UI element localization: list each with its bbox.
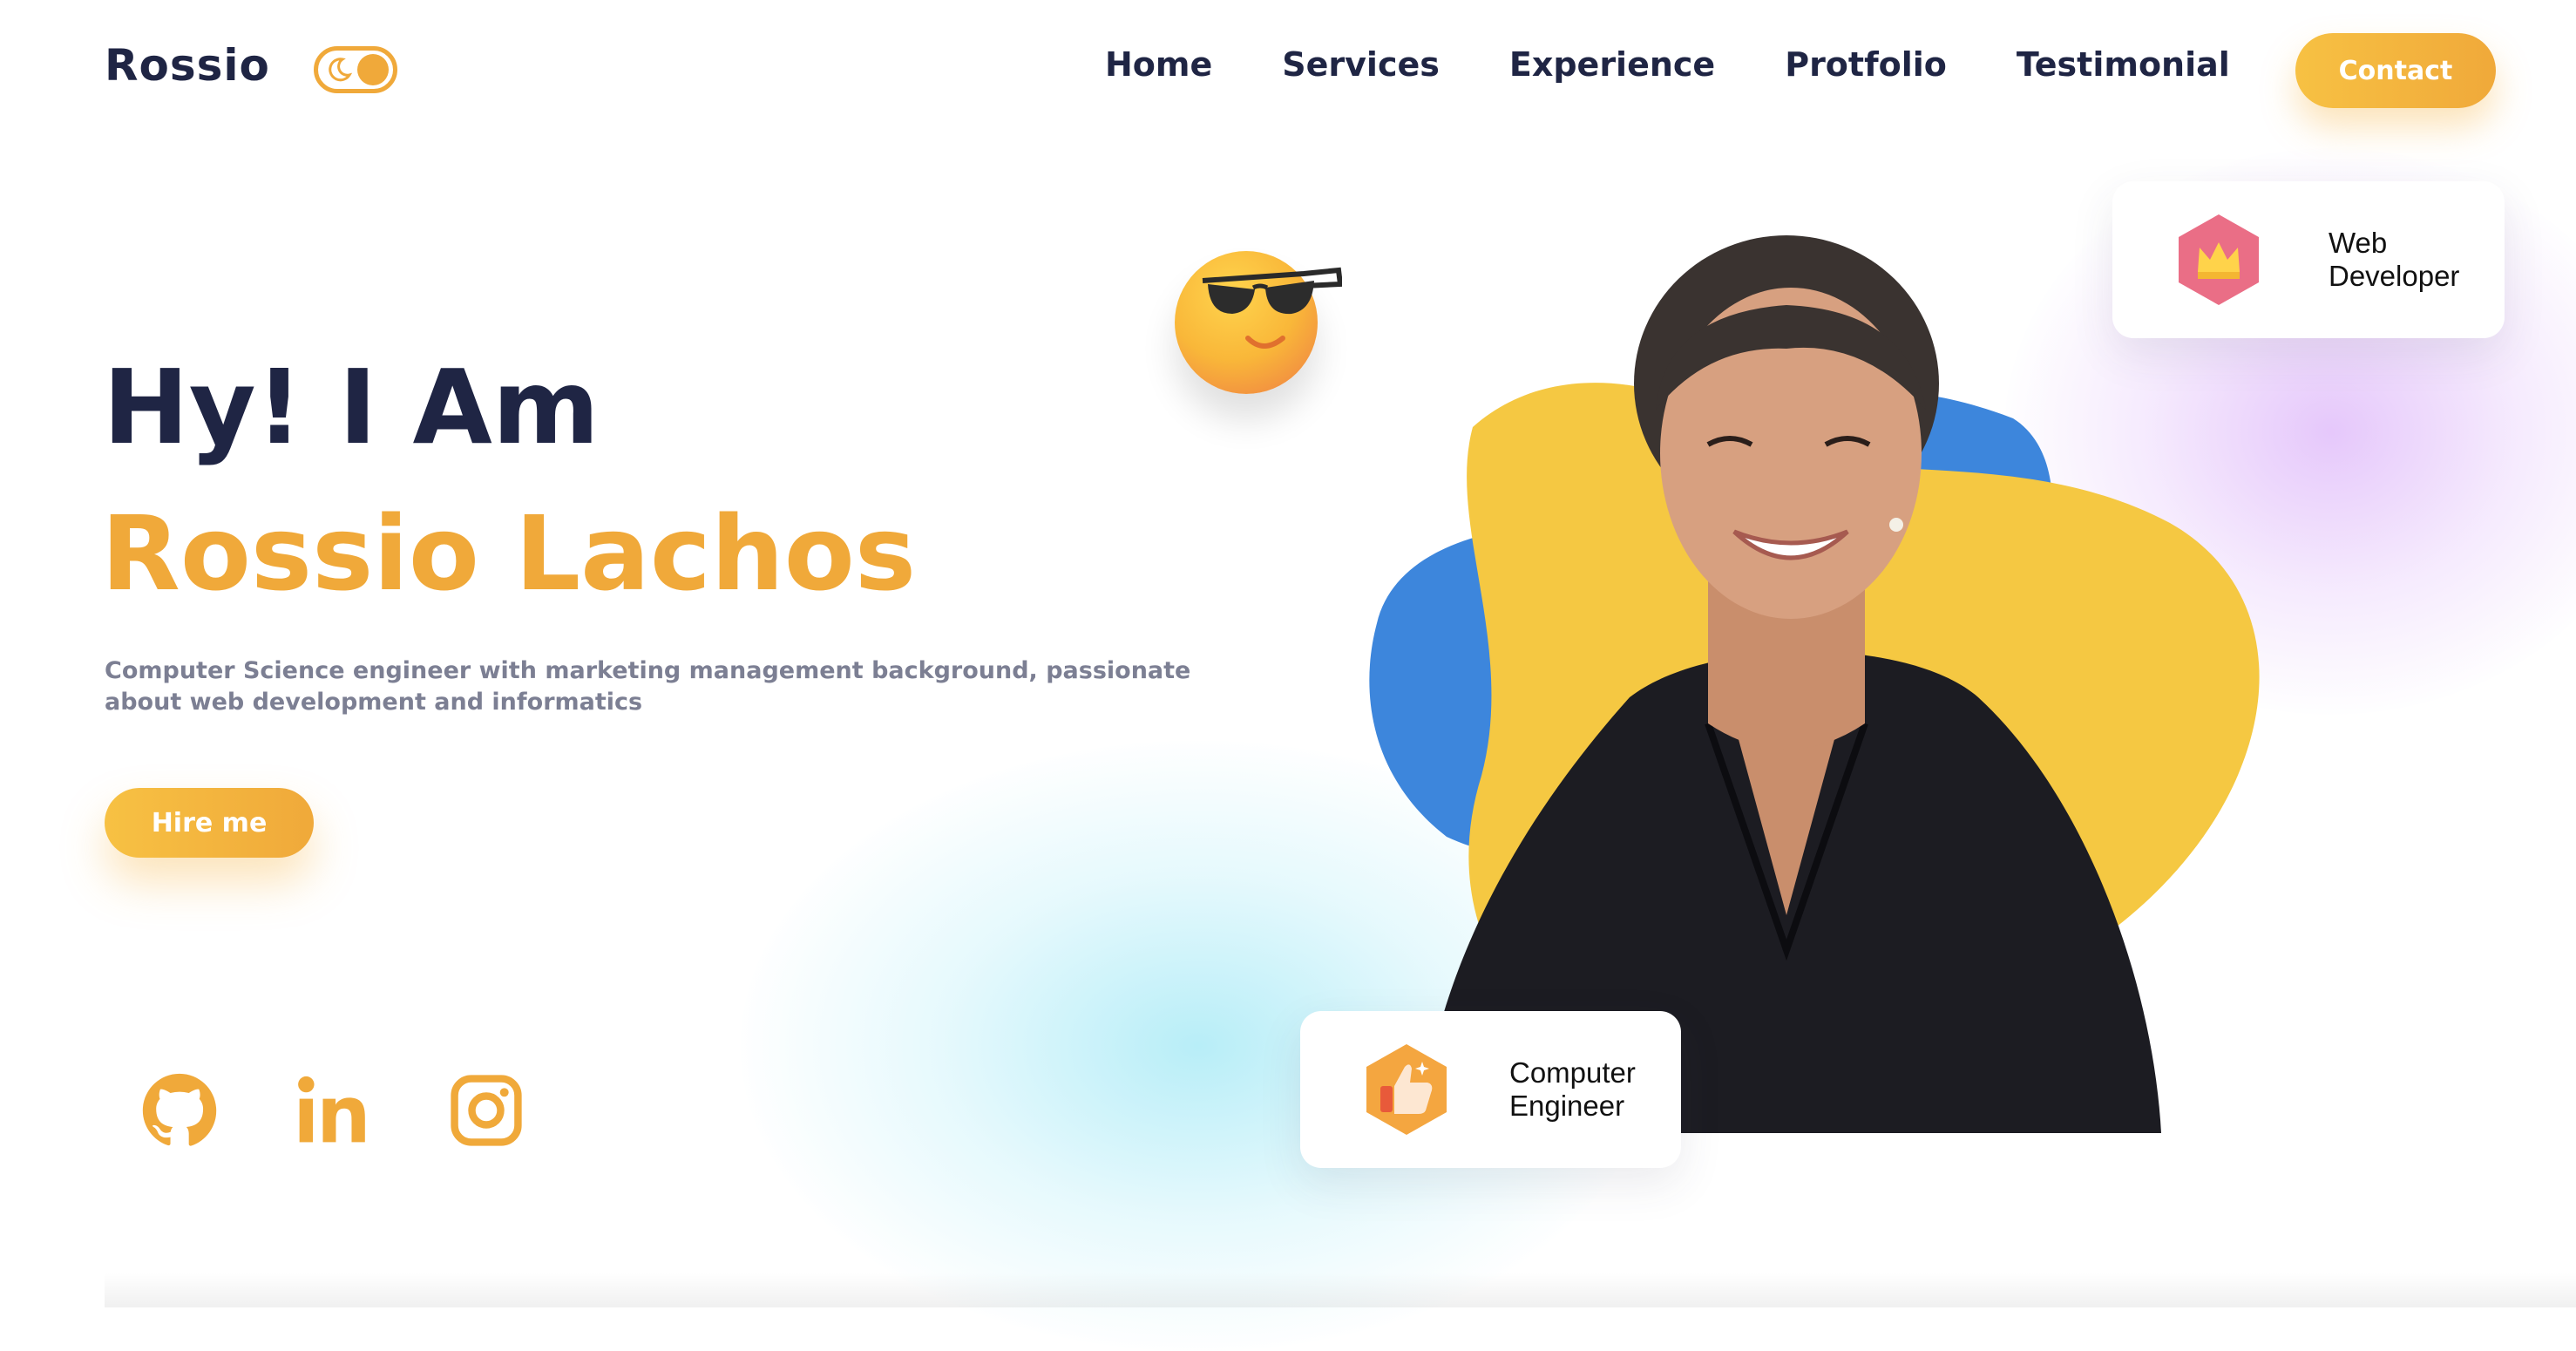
hire-me-button[interactable]: Hire me (105, 788, 314, 858)
hero-description: Computer Science engineer with marketing… (105, 657, 1191, 716)
nav-experience[interactable]: Experience (1509, 45, 1715, 84)
instagram-link[interactable] (446, 1070, 526, 1151)
badge-line: Computer (1509, 1056, 1636, 1089)
linkedin-icon (298, 1076, 365, 1143)
social-links (139, 1070, 526, 1151)
main-nav: Home Services Experience Protfolio Testi… (1105, 45, 2230, 84)
web-developer-badge: Web Developer (2112, 181, 2505, 338)
instagram-icon (451, 1075, 522, 1146)
github-link[interactable] (139, 1070, 220, 1151)
site-logo[interactable]: Rossio (105, 40, 270, 91)
badge-line: Developer (2329, 260, 2460, 292)
crown-icon (2179, 214, 2259, 305)
web-developer-label: Web Developer (2329, 227, 2459, 293)
section-divider-shadow (105, 1273, 2576, 1307)
hero-greeting: Hy! I Am (103, 347, 600, 467)
nav-testimonial[interactable]: Testimonial (2017, 45, 2230, 84)
hero-name: Rossio Lachos (101, 493, 917, 614)
nav-portfolio[interactable]: Protfolio (1785, 45, 1947, 84)
badge-line: Web (2329, 227, 2388, 259)
portrait-illustration (1369, 235, 2260, 1133)
computer-engineer-label: Computer Engineer (1509, 1056, 1636, 1123)
linkedin-link[interactable] (293, 1070, 373, 1151)
computer-engineer-badge: Computer Engineer (1300, 1011, 1681, 1168)
theme-toggle[interactable] (314, 46, 397, 93)
moon-icon (329, 58, 353, 82)
contact-button[interactable]: Contact (2295, 33, 2496, 108)
badge-line: Engineer (1509, 1090, 1625, 1122)
nav-home[interactable]: Home (1105, 45, 1212, 84)
github-icon (142, 1073, 217, 1146)
nav-services[interactable]: Services (1282, 45, 1440, 84)
thumbs-up-icon (1366, 1044, 1447, 1135)
toggle-knob (357, 54, 389, 85)
